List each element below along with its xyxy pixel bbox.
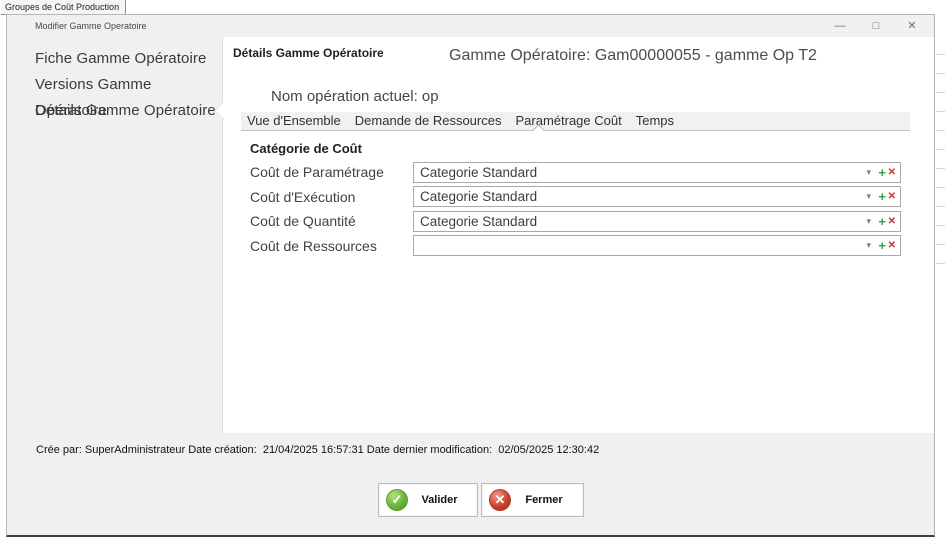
- field-input-wrap: ▾ + ✕: [413, 235, 901, 256]
- cout-quantite-input[interactable]: [413, 211, 901, 232]
- dialog-body: Fiche Gamme Opératoire Versions Gamme Op…: [7, 37, 934, 433]
- field-label: Coût de Ressources: [250, 238, 413, 254]
- tab-parametrage-cout[interactable]: Paramétrage Coût: [515, 112, 621, 130]
- status-bar: Crée par: SuperAdministrateur Date créat…: [7, 433, 934, 463]
- sidebar-item-label: Fiche Gamme Opératoire: [35, 50, 206, 67]
- dropdown-icon[interactable]: ▾: [866, 235, 871, 256]
- background-tab-label: Groupes de Coût Production: [5, 2, 119, 12]
- valider-button[interactable]: ✓ Valider: [378, 483, 478, 517]
- close-icon[interactable]: ✕: [894, 15, 930, 37]
- fermer-button[interactable]: ✕ Fermer: [481, 483, 584, 517]
- tab-temps[interactable]: Temps: [636, 112, 674, 130]
- field-label: Coût de Quantité: [250, 213, 413, 229]
- add-icon[interactable]: +: [878, 186, 886, 207]
- remove-icon[interactable]: ✕: [888, 235, 896, 256]
- check-icon: ✓: [386, 489, 408, 511]
- dialog-title: Modifier Gamme Operatoire: [35, 21, 147, 31]
- detail-tabstrip: Vue d'Ensemble Demande de Ressources Par…: [241, 112, 910, 131]
- sidebar-item-label: Détails Gamme Opératoire: [35, 102, 216, 119]
- cout-execution-input[interactable]: [413, 186, 901, 207]
- background-grid-strip: [936, 36, 945, 266]
- field-input-wrap: ▾ + ✕: [413, 211, 901, 232]
- form-row-cout-ressources: Coût de Ressources ▾ + ✕: [250, 234, 901, 259]
- tab-vue-densemble[interactable]: Vue d'Ensemble: [247, 112, 341, 130]
- field-input-wrap: ▾ + ✕: [413, 186, 901, 207]
- status-text: Crée par: SuperAdministrateur Date créat…: [7, 433, 934, 456]
- cross-icon: ✕: [489, 489, 511, 511]
- cout-ressources-input[interactable]: [413, 235, 901, 256]
- add-icon[interactable]: +: [878, 162, 886, 183]
- form-row-cout-execution: Coût d'Exécution ▾ + ✕: [250, 185, 901, 210]
- field-label: Coût d'Exécution: [250, 189, 413, 205]
- dropdown-icon[interactable]: ▾: [866, 162, 871, 183]
- screen: Groupes de Coût Production Modifier Gamm…: [0, 0, 945, 544]
- field-input-wrap: ▾ + ✕: [413, 162, 901, 183]
- maximize-icon[interactable]: □: [858, 15, 894, 37]
- section-title: Détails Gamme Opératoire: [233, 46, 384, 60]
- sidebar-item-fiche-gamme-operatoire[interactable]: Fiche Gamme Opératoire: [7, 46, 222, 72]
- add-icon[interactable]: +: [878, 235, 886, 256]
- operation-name-line: Nom opération actuel: op: [271, 88, 439, 105]
- sidebar-item-details-gamme-operatoire[interactable]: Détails Gamme Opératoire: [7, 98, 222, 124]
- valider-label: Valider: [408, 494, 477, 506]
- form-row-cout-quantite: Coût de Quantité ▾ + ✕: [250, 209, 901, 234]
- form-row-cout-parametrage: Coût de Paramétrage ▾ + ✕: [250, 160, 901, 185]
- minimize-icon[interactable]: —: [822, 15, 858, 37]
- gamme-header-title: Gamme Opératoire: Gam00000055 - gamme Op…: [449, 47, 817, 65]
- content-pane: Détails Gamme Opératoire Gamme Opératoir…: [223, 37, 934, 433]
- sidebar: Fiche Gamme Opératoire Versions Gamme Op…: [7, 37, 223, 433]
- window-controls: — □ ✕: [822, 15, 930, 37]
- field-label: Coût de Paramétrage: [250, 164, 413, 180]
- dialog-titlebar[interactable]: Modifier Gamme Operatoire — □ ✕: [7, 15, 934, 37]
- cout-parametrage-input[interactable]: [413, 162, 901, 183]
- remove-icon[interactable]: ✕: [888, 186, 896, 207]
- tab-demande-de-ressources[interactable]: Demande de Ressources: [355, 112, 502, 130]
- modifier-gamme-operatoire-dialog: Modifier Gamme Operatoire — □ ✕ Fiche Ga…: [6, 14, 935, 537]
- remove-icon[interactable]: ✕: [888, 211, 896, 232]
- fermer-label: Fermer: [511, 494, 583, 506]
- cost-category-form: Coût de Paramétrage ▾ + ✕ Coût d'Exécuti…: [250, 160, 901, 258]
- cost-group-title: Catégorie de Coût: [250, 141, 362, 156]
- dropdown-icon[interactable]: ▾: [866, 211, 871, 232]
- sidebar-item-versions-gamme-operatoire[interactable]: Versions Gamme Opératoire: [7, 72, 222, 98]
- add-icon[interactable]: +: [878, 211, 886, 232]
- remove-icon[interactable]: ✕: [888, 162, 896, 183]
- dropdown-icon[interactable]: ▾: [866, 186, 871, 207]
- background-tab-groupes-cout-production[interactable]: Groupes de Coût Production: [1, 0, 126, 15]
